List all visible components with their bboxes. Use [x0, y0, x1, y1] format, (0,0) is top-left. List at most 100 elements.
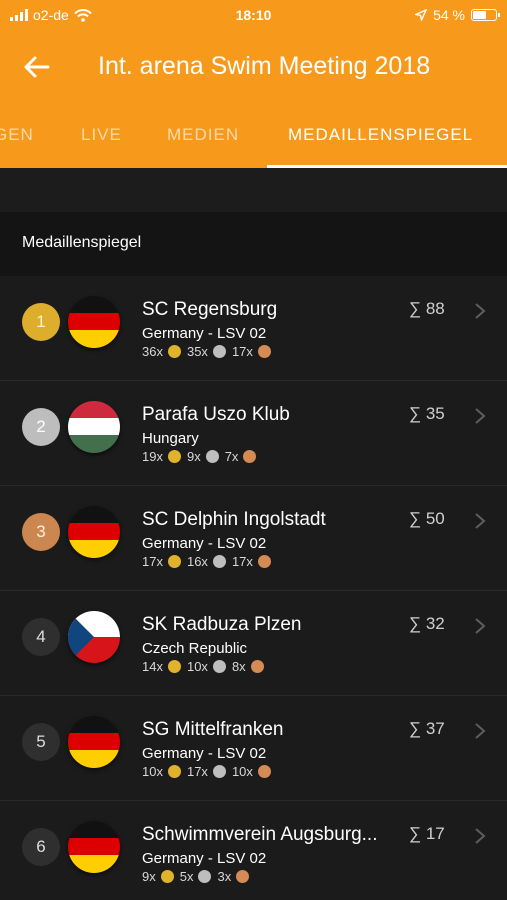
- silver-medal-icon: [205, 450, 219, 463]
- gold-count: 36x: [142, 344, 163, 359]
- silver-count: 9x: [186, 449, 201, 464]
- club-country: Germany - LSV 02: [142, 325, 267, 342]
- bronze-medal-icon: [250, 660, 264, 673]
- germany-flag-icon: [68, 821, 120, 873]
- rank-badge: 5: [22, 723, 60, 761]
- bronze-count: 7x: [224, 449, 239, 464]
- hungary-flag-icon: [68, 401, 120, 453]
- medal-total: ∑ 35: [409, 404, 445, 423]
- chevron-right-icon: [475, 723, 486, 739]
- medal-total: ∑ 88: [409, 299, 445, 318]
- tab-bar: GEN LIVE MEDIEN MEDAILLENSPIEGEL: [0, 112, 507, 168]
- bronze-medal-icon: [243, 450, 257, 463]
- gold-medal-icon: [167, 765, 181, 778]
- medal-counts: 19x 9x 7x: [142, 449, 260, 464]
- club-name: SG Mittelfranken: [142, 719, 284, 740]
- gold-count: 10x: [142, 764, 163, 779]
- club-country: Hungary: [142, 430, 199, 447]
- section-title: Medaillenspiegel: [22, 234, 142, 251]
- bronze-count: 17x: [231, 344, 253, 359]
- germany-flag-icon: [68, 296, 120, 348]
- medal-counts: 14x 10x 8x: [142, 659, 268, 674]
- czech-flag-icon: [68, 611, 120, 663]
- medal-table: 1 SC Regensburg Germany - LSV 02 36x 35x…: [0, 276, 507, 900]
- battery-icon: [471, 9, 500, 21]
- bronze-count: 8x: [231, 659, 246, 674]
- section-header: Medaillenspiegel: [0, 212, 507, 276]
- silver-count: 17x: [186, 764, 208, 779]
- silver-count: 16x: [186, 554, 208, 569]
- silver-medal-icon: [212, 345, 226, 358]
- gold-medal-icon: [167, 660, 181, 673]
- silver-medal-icon: [198, 870, 212, 883]
- bronze-medal-icon: [257, 765, 271, 778]
- silver-medal-icon: [212, 660, 226, 673]
- club-country: Germany - LSV 02: [142, 535, 267, 552]
- tab-live[interactable]: LIVE: [81, 125, 122, 145]
- tab-gen[interactable]: GEN: [0, 125, 34, 145]
- app-header: o2-de 18:10 54 % Int. arena Swim Meeting…: [0, 0, 507, 168]
- medal-counts: 17x 16x 17x: [142, 554, 275, 569]
- medal-total: ∑ 32: [409, 614, 445, 633]
- silver-medal-icon: [212, 555, 226, 568]
- table-row[interactable]: 3 SC Delphin Ingolstadt Germany - LSV 02…: [0, 486, 507, 591]
- table-row[interactable]: 4 SK Radbuza Plzen Czech Republic 14x 10…: [0, 591, 507, 696]
- medal-counts: 9x 5x 3x: [142, 869, 253, 884]
- table-row[interactable]: 6 Schwimmverein Augsburg... Germany - LS…: [0, 801, 507, 900]
- bronze-medal-icon: [236, 870, 250, 883]
- bronze-count: 17x: [231, 554, 253, 569]
- rank-badge: 6: [22, 828, 60, 866]
- rank-badge: 2: [22, 408, 60, 446]
- table-row[interactable]: 5 SG Mittelfranken Germany - LSV 02 10x …: [0, 696, 507, 801]
- club-name: SC Delphin Ingolstadt: [142, 509, 326, 530]
- club-country: Germany - LSV 02: [142, 850, 267, 867]
- rank-badge: 4: [22, 618, 60, 656]
- chevron-right-icon: [475, 828, 486, 844]
- bronze-count: 10x: [231, 764, 253, 779]
- arrow-left-icon[interactable]: [22, 52, 52, 82]
- gold-count: 9x: [142, 869, 156, 884]
- silver-count: 10x: [186, 659, 208, 674]
- silver-count: 5x: [179, 869, 194, 884]
- germany-flag-icon: [68, 716, 120, 768]
- chevron-right-icon: [475, 513, 486, 529]
- page-title: Int. arena Swim Meeting 2018: [98, 52, 431, 80]
- club-country: Czech Republic: [142, 640, 248, 657]
- gold-medal-icon: [167, 345, 181, 358]
- status-bar: o2-de 18:10 54 %: [0, 0, 507, 32]
- rank-badge: 3: [22, 513, 60, 551]
- bronze-count: 3x: [217, 869, 232, 884]
- rank-badge: 1: [22, 303, 60, 341]
- chevron-right-icon: [475, 618, 486, 634]
- gold-medal-icon: [167, 555, 181, 568]
- chevron-right-icon: [475, 303, 486, 319]
- medal-total: ∑ 50: [409, 509, 445, 528]
- silver-medal-icon: [212, 765, 226, 778]
- club-name: SC Regensburg: [142, 299, 278, 320]
- spacer: [0, 168, 507, 212]
- bronze-medal-icon: [257, 345, 271, 358]
- germany-flag-icon: [68, 506, 120, 558]
- bronze-medal-icon: [257, 555, 271, 568]
- gold-count: 17x: [142, 554, 163, 569]
- medal-total: ∑ 17: [409, 824, 445, 843]
- chevron-right-icon: [475, 408, 486, 424]
- location-arrow-icon: [415, 9, 428, 21]
- medal-counts: 36x 35x 17x: [142, 344, 275, 359]
- tab-medaillenspiegel[interactable]: MEDAILLENSPIEGEL: [288, 125, 473, 145]
- tab-medien[interactable]: MEDIEN: [167, 125, 239, 145]
- club-name: Parafa Uszo Klub: [142, 404, 290, 425]
- medal-counts: 10x 17x 10x: [142, 764, 275, 779]
- medal-total: ∑ 37: [409, 719, 445, 738]
- table-row[interactable]: 2 Parafa Uszo Klub Hungary 19x 9x 7x ∑ 3…: [0, 381, 507, 486]
- club-country: Germany - LSV 02: [142, 745, 267, 762]
- battery-percent: 54 %: [433, 7, 465, 23]
- gold-count: 19x: [142, 449, 163, 464]
- gold-medal-icon: [167, 450, 181, 463]
- table-row[interactable]: 1 SC Regensburg Germany - LSV 02 36x 35x…: [0, 276, 507, 381]
- gold-count: 14x: [142, 659, 163, 674]
- gold-medal-icon: [160, 870, 174, 883]
- club-name: SK Radbuza Plzen: [142, 614, 302, 635]
- silver-count: 35x: [186, 344, 208, 359]
- club-name: Schwimmverein Augsburg...: [142, 824, 378, 845]
